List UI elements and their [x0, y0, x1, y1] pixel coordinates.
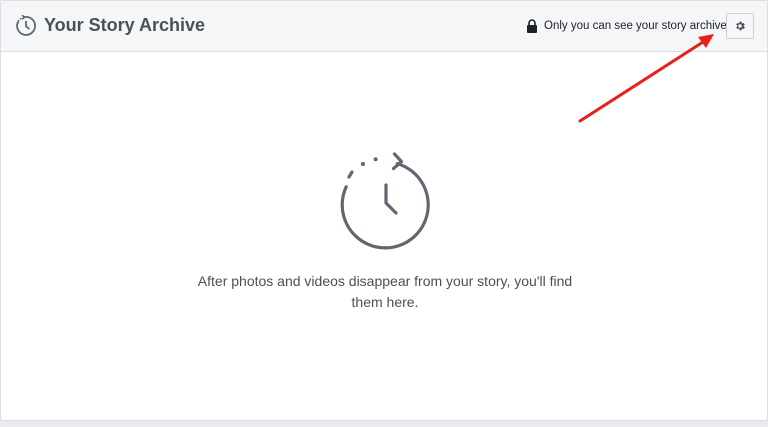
- archive-clock-icon: [340, 152, 430, 250]
- story-archive-panel: Your Story Archive Only you can see your…: [0, 0, 768, 421]
- archive-header: Your Story Archive Only you can see your…: [1, 1, 767, 52]
- page-title: Your Story Archive: [44, 15, 206, 35]
- gear-icon: [736, 21, 745, 31]
- empty-state-message: After photos and videos disappear from y…: [197, 273, 573, 310]
- settings-button[interactable]: [726, 13, 754, 39]
- privacy-notice: Only you can see your story archive: [526, 17, 727, 35]
- privacy-text: Only you can see your story archive: [544, 20, 727, 32]
- lock-icon: [527, 19, 537, 33]
- archive-clock-icon: [16, 14, 36, 36]
